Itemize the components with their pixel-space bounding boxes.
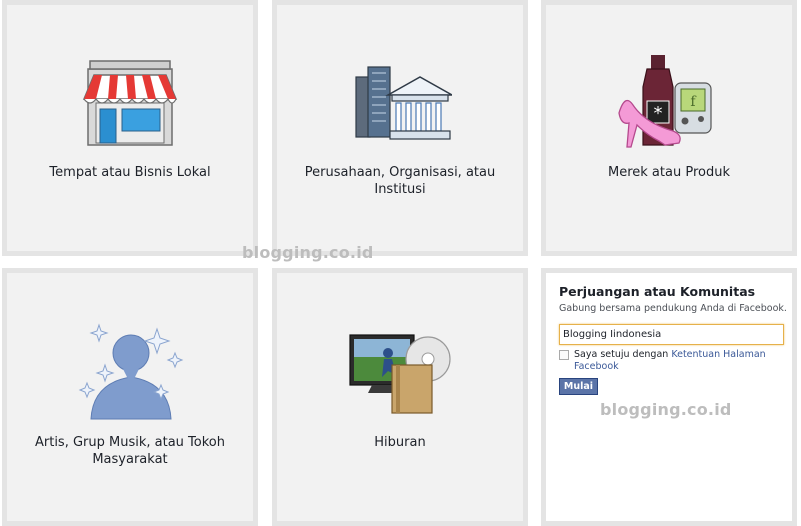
- entertainment-icon: [277, 331, 523, 417]
- person-sparkles-icon: [7, 321, 253, 421]
- community-form-card: Perjuangan atau Komunitas Gabung bersama…: [541, 268, 797, 526]
- category-label: Tempat atau Bisnis Lokal: [49, 165, 211, 180]
- form-subtitle: Gabung bersama pendukung Anda di Faceboo…: [559, 303, 787, 314]
- products-icon: * f: [546, 53, 792, 149]
- terms-agreement-row: Saya setuju dengan Ketentuan Halaman Fac…: [559, 349, 784, 373]
- community-name-input[interactable]: [559, 324, 784, 345]
- start-button[interactable]: Mulai: [559, 378, 598, 395]
- terms-text: Saya setuju dengan Ketentuan Halaman Fac…: [574, 349, 766, 372]
- watermark-text: blogging.co.id: [600, 400, 732, 419]
- svg-text:*: *: [654, 103, 663, 124]
- category-card-artist[interactable]: Artis, Grup Musik, atau Tokoh Masyarakat: [2, 268, 258, 526]
- buildings-icon: [277, 61, 523, 147]
- category-card-entertainment[interactable]: Hiburan: [272, 268, 528, 526]
- category-card-company[interactable]: Perusahaan, Organisasi, atau Institusi: [272, 0, 528, 256]
- category-card-local-business[interactable]: Tempat atau Bisnis Lokal: [2, 0, 258, 256]
- watermark-text: blogging.co.id: [242, 243, 374, 262]
- category-label: Merek atau Produk: [608, 165, 730, 180]
- terms-checkbox[interactable]: [559, 350, 569, 360]
- storefront-icon: [7, 59, 253, 149]
- category-label: Perusahaan, Organisasi, atau Institusi: [304, 165, 496, 197]
- category-card-brand[interactable]: * f Merek atau Produk: [541, 0, 797, 256]
- category-label: Hiburan: [374, 435, 426, 450]
- category-label: Artis, Grup Musik, atau Tokoh Masyarakat: [34, 435, 225, 467]
- form-title: Perjuangan atau Komunitas: [559, 284, 756, 299]
